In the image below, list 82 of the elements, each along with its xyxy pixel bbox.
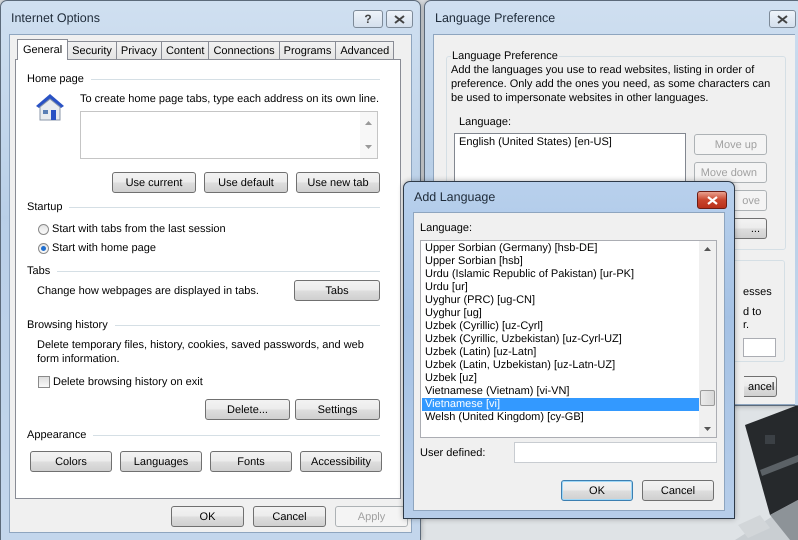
close-icon bbox=[777, 14, 788, 24]
dialog-button[interactable]: Accessibility bbox=[300, 451, 382, 472]
scroll-down-icon bbox=[365, 145, 372, 149]
dialog-button[interactable]: Cancel bbox=[642, 480, 714, 501]
field-label: User defined: bbox=[420, 446, 486, 460]
tab[interactable]: Advanced bbox=[335, 41, 394, 59]
description-text: d to bbox=[743, 306, 762, 319]
list-item[interactable]: Urdu [ur] bbox=[422, 281, 699, 294]
list-item[interactable]: Uzbek [uz] bbox=[422, 372, 699, 385]
hint-text: To create home page tabs, type each address on its own line. bbox=[80, 92, 380, 106]
section-heading: Browsing history bbox=[27, 318, 108, 332]
scrollbar[interactable] bbox=[360, 112, 377, 158]
scroll-thumb[interactable] bbox=[700, 390, 715, 406]
section-heading: Home page bbox=[27, 72, 84, 86]
list-item[interactable]: Upper Sorbian (Germany) [hsb-DE] bbox=[422, 242, 699, 255]
list-item[interactable]: Vietnamese (Vietnam) [vi-VN] bbox=[422, 385, 699, 398]
tab[interactable]: Programs bbox=[278, 41, 336, 59]
scroll-down-icon bbox=[704, 427, 711, 431]
tab[interactable]: Connections bbox=[208, 41, 280, 59]
language-list[interactable] bbox=[420, 240, 717, 438]
dialog-button[interactable]: Delete... bbox=[205, 399, 290, 420]
list-item[interactable]: Urdu (Islamic Republic of Pakistan) [ur-PK] bbox=[422, 268, 699, 281]
scrollbar[interactable] bbox=[699, 241, 716, 437]
window-title: Internet Options bbox=[11, 10, 100, 24]
dialog-button[interactable]: OK bbox=[171, 506, 244, 527]
dialog-button[interactable]: Cancel bbox=[253, 506, 326, 527]
list-item[interactable]: Uyghur (PRC) [ug-CN] bbox=[422, 294, 699, 307]
checkbox[interactable] bbox=[38, 376, 50, 388]
list-item[interactable]: Uyghur [ug] bbox=[422, 307, 699, 320]
description-text: Change how webpages are displayed in tabs. bbox=[37, 284, 259, 298]
description-text: r. bbox=[743, 319, 750, 332]
checkbox-label: Delete browsing history on exit bbox=[53, 375, 203, 389]
dialog-button[interactable]: OK bbox=[561, 480, 633, 501]
radio-button[interactable] bbox=[38, 224, 49, 234]
close-button[interactable] bbox=[386, 10, 413, 28]
list-item[interactable]: Uzbek (Latin, Uzbekistan) [uz-Latn-UZ] bbox=[422, 359, 699, 372]
radio-label: Start with tabs from the last session bbox=[52, 222, 226, 236]
list-item[interactable]: Uzbek (Cyrillic, Uzbekistan) [uz-Cyrl-UZ] bbox=[422, 333, 699, 346]
list-item[interactable]: Uzbek (Latin) [uz-Latn] bbox=[422, 346, 699, 359]
dialog-button[interactable]: Colors bbox=[30, 451, 112, 472]
help-button[interactable]: ? bbox=[353, 10, 383, 28]
dialog-button[interactable]: Fonts bbox=[210, 451, 292, 472]
user-defined-field[interactable] bbox=[514, 442, 717, 463]
description-text: Delete temporary files, history, cookies, saved passwords, and web form information. bbox=[36, 338, 365, 366]
section-heading: Startup bbox=[27, 200, 62, 214]
description-text: esses bbox=[743, 286, 773, 299]
dialog-button[interactable]: Tabs bbox=[294, 280, 380, 301]
section-heading: Appearance bbox=[27, 428, 86, 442]
window-title: Language Preference bbox=[435, 10, 556, 24]
list-label: Language: bbox=[459, 115, 512, 129]
radio-label: Start with home page bbox=[52, 241, 156, 255]
tab[interactable]: Privacy bbox=[116, 41, 162, 59]
list-item[interactable]: Uzbek (Cyrillic) [uz-Cyrl] bbox=[422, 320, 699, 333]
tab[interactable]: Security bbox=[67, 41, 117, 59]
dialog-button[interactable]: Use current bbox=[112, 172, 196, 193]
language-list[interactable]: English (United States) [en-US] bbox=[454, 133, 686, 181]
dialog-button[interactable]: ancel bbox=[744, 376, 777, 397]
home-page-field[interactable] bbox=[80, 111, 378, 159]
list-label: Language: bbox=[420, 221, 473, 235]
tab[interactable]: Content bbox=[160, 41, 210, 59]
description-text: Add the languages you use to read websites, listing in order of preference. Only add the ones you need, as some characters can be used to impersonate websites in other languages. bbox=[451, 63, 772, 105]
radio-button[interactable] bbox=[38, 242, 49, 254]
scroll-up-icon bbox=[365, 121, 372, 125]
input-field[interactable] bbox=[743, 338, 776, 357]
dialog-button[interactable]: Use default bbox=[204, 172, 288, 193]
dialog-button[interactable]: ... bbox=[735, 218, 767, 239]
close-icon bbox=[394, 14, 405, 24]
dialog-button[interactable]: Languages bbox=[120, 451, 202, 472]
house-icon bbox=[34, 92, 66, 122]
list-item[interactable]: Upper Sorbian [hsb] bbox=[422, 255, 699, 268]
scroll-up-icon bbox=[704, 247, 711, 251]
dialog-button[interactable]: Use new tab bbox=[296, 172, 380, 193]
close-button[interactable] bbox=[769, 10, 796, 28]
close-button[interactable] bbox=[697, 191, 727, 209]
close-icon bbox=[706, 196, 718, 204]
group-heading: Language Preference bbox=[451, 49, 559, 63]
list-item[interactable]: English (United States) [en-US] bbox=[459, 136, 681, 149]
tab[interactable]: General bbox=[17, 39, 68, 60]
list-item[interactable]: Welsh (United Kingdom) [cy-GB] bbox=[422, 411, 699, 424]
section-heading: Tabs bbox=[27, 264, 50, 278]
window-title: Add Language bbox=[414, 190, 496, 204]
dialog-button[interactable]: Settings bbox=[295, 399, 380, 420]
